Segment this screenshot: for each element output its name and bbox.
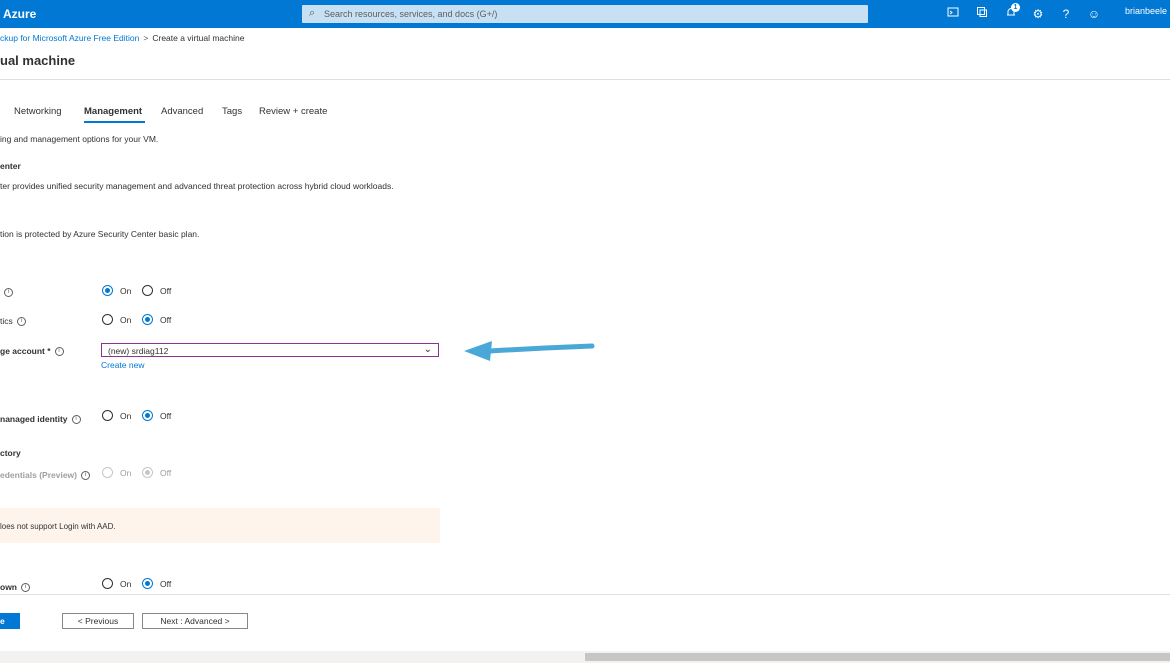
storage-account-value: (new) srdiag112: [108, 346, 169, 356]
next-button[interactable]: Next : Advanced >: [142, 613, 248, 629]
gear-icon[interactable]: ⚙: [1029, 5, 1047, 23]
radio-on-label: On: [120, 286, 132, 296]
radio-off-label: Off: [160, 579, 172, 589]
boot-diagnostics-label: i: [0, 287, 13, 298]
aad-login-label: edentials (Preview) i: [0, 470, 91, 481]
os-diagnostics-off-radio[interactable]: [142, 314, 153, 325]
radio-on-label: On: [120, 468, 132, 478]
os-diagnostics-on-radio[interactable]: [102, 314, 113, 325]
info-icon[interactable]: i: [81, 471, 91, 481]
info-icon[interactable]: i: [21, 583, 30, 593]
warning-banner: loes not support Login with AAD.: [0, 508, 440, 543]
page-title: ual machine: [0, 53, 76, 68]
user-account[interactable]: brianbeele: [1125, 6, 1167, 16]
aad-login-on-radio: [102, 467, 113, 478]
aad-login-off-radio: [142, 467, 153, 478]
os-diagnostics-label: tics i: [0, 316, 26, 327]
notification-badge: 1: [1011, 3, 1020, 12]
help-icon[interactable]: ?: [1057, 5, 1075, 23]
create-new-link[interactable]: Create new: [101, 360, 144, 370]
breadcrumb-separator: >: [143, 33, 149, 43]
info-icon[interactable]: i: [54, 347, 64, 357]
cloud-shell-icon[interactable]: [944, 5, 962, 23]
divider: [0, 79, 1170, 80]
info-icon[interactable]: i: [4, 288, 13, 298]
managed-identity-label: nanaged identity i: [0, 414, 81, 425]
search-icon: ⌕: [309, 7, 316, 19]
radio-off-label: Off: [160, 315, 172, 325]
directory-filter-icon[interactable]: [973, 5, 991, 23]
tab-management[interactable]: Management: [84, 106, 142, 117]
brand-label[interactable]: Azure: [3, 7, 36, 21]
intro-text: ing and management options for your VM.: [0, 134, 159, 144]
tab-tags[interactable]: Tags: [222, 106, 242, 117]
tab-advanced[interactable]: Advanced: [161, 106, 203, 117]
managed-identity-off-radio[interactable]: [142, 410, 153, 421]
search-box[interactable]: ⌕: [302, 5, 868, 23]
managed-identity-on-radio[interactable]: [102, 410, 113, 421]
top-bar: Azure ⌕ 1 ⚙ ? ☺ brianbeele: [0, 0, 1170, 28]
auto-shutdown-on-radio[interactable]: [102, 578, 113, 589]
radio-off-label: Off: [160, 286, 172, 296]
warning-text: loes not support Login with AAD.: [0, 522, 116, 531]
selected-tab-indicator: [84, 121, 145, 123]
breadcrumb-link[interactable]: ckup for Microsoft Azure Free Edition: [0, 33, 139, 43]
radio-off-label: Off: [160, 411, 172, 421]
tab-networking[interactable]: Networking: [14, 106, 62, 117]
search-input[interactable]: [324, 5, 844, 23]
previous-button[interactable]: < Previous: [62, 613, 134, 629]
radio-off-label: Off: [160, 468, 172, 478]
horizontal-scrollbar-thumb[interactable]: [585, 653, 1170, 661]
boot-diagnostics-on-radio[interactable]: [102, 285, 113, 296]
radio-on-label: On: [120, 315, 132, 325]
security-center-heading: enter: [0, 161, 21, 171]
aad-heading: ctory: [0, 448, 21, 458]
info-icon[interactable]: i: [71, 415, 81, 425]
boot-diagnostics-off-radio[interactable]: [142, 285, 153, 296]
radio-on-label: On: [120, 411, 132, 421]
auto-shutdown-label: own i: [0, 582, 30, 593]
security-center-status: tion is protected by Azure Security Cent…: [0, 229, 200, 239]
radio-on-label: On: [120, 579, 132, 589]
auto-shutdown-off-radio[interactable]: [142, 578, 153, 589]
info-icon[interactable]: i: [16, 317, 26, 327]
footer-divider: [0, 594, 1170, 595]
breadcrumb-current: Create a virtual machine: [152, 33, 245, 43]
annotation-arrow-icon: [464, 341, 595, 361]
storage-account-select[interactable]: (new) srdiag112 ⌄: [101, 343, 439, 357]
chevron-down-icon: ⌄: [423, 344, 432, 355]
feedback-smiley-icon[interactable]: ☺: [1085, 5, 1103, 23]
storage-account-label: ge account * i: [0, 346, 64, 357]
security-center-description: ter provides unified security management…: [0, 181, 394, 191]
review-create-button[interactable]: e: [0, 613, 20, 629]
tab-review-create[interactable]: Review + create: [259, 106, 327, 117]
breadcrumb: ckup for Microsoft Azure Free Edition > Cr…: [0, 33, 244, 43]
